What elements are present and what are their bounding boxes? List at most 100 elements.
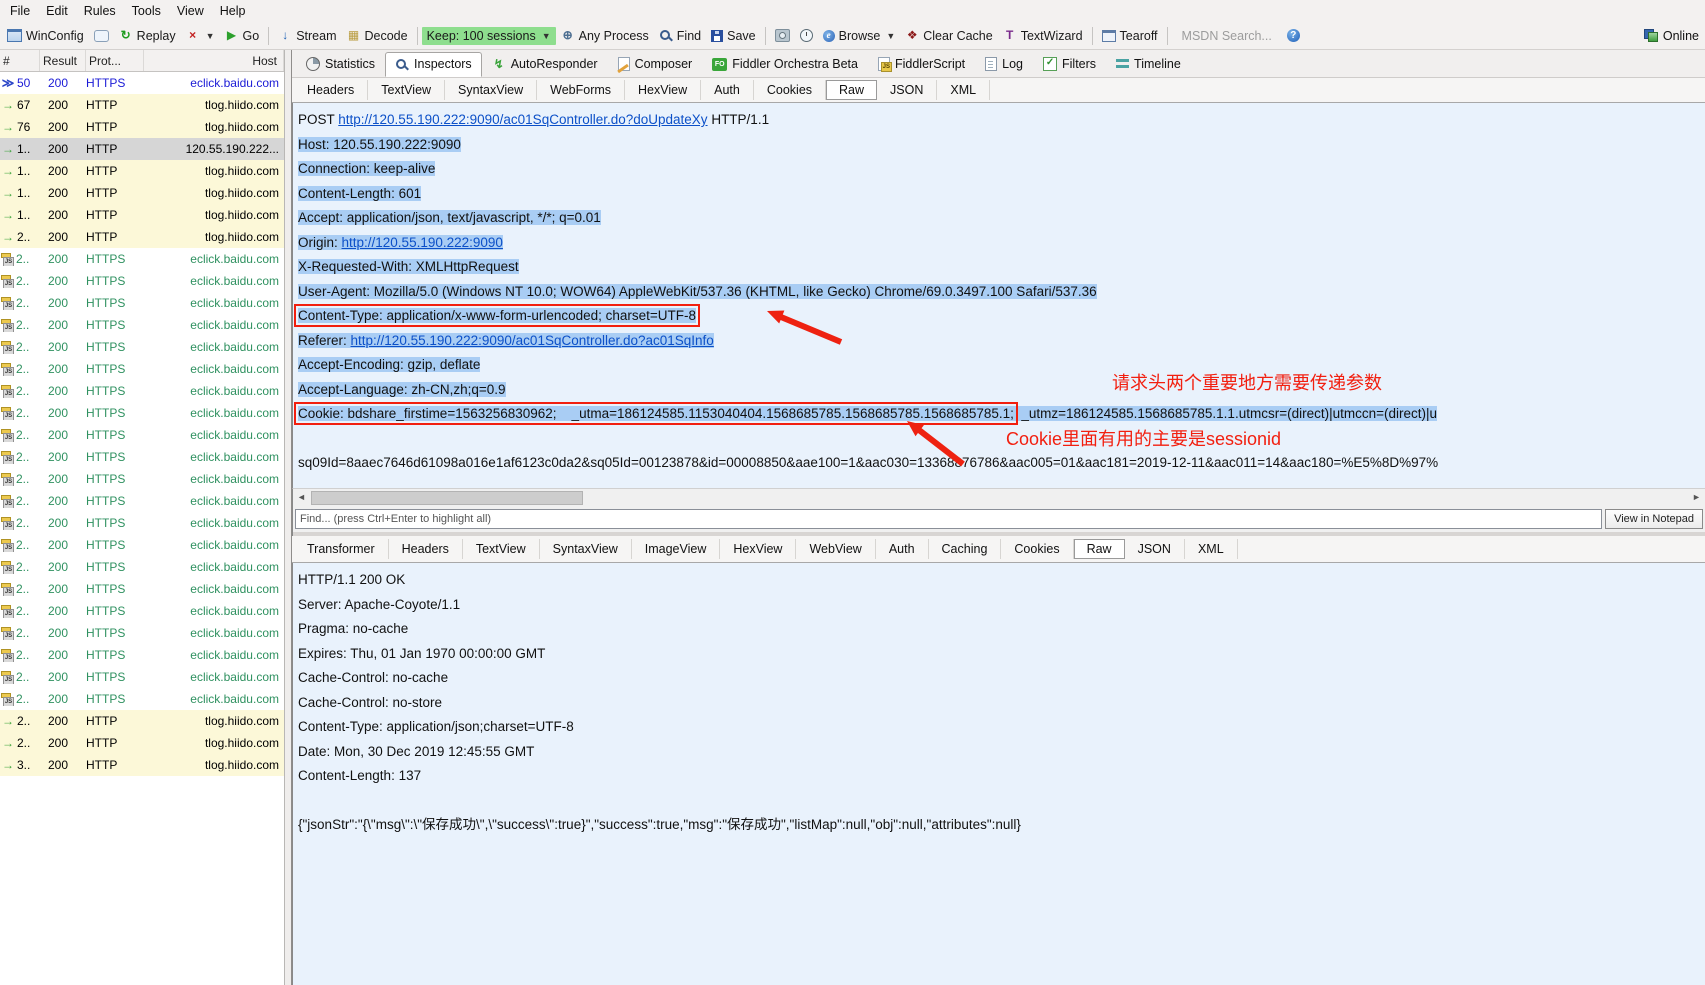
request-tab-headers[interactable]: Headers xyxy=(294,80,369,100)
toolbar-button-tearoff[interactable]: Tearoff xyxy=(1097,27,1163,45)
session-row[interactable]: 2.. 200 HTTPS eclick.baidu.com xyxy=(0,622,284,644)
column-header-[interactable]: # xyxy=(0,50,40,71)
response-tab-auth[interactable]: Auth xyxy=(876,539,929,559)
find-input[interactable] xyxy=(295,509,1603,529)
tab-timeline[interactable]: Timeline xyxy=(1106,52,1191,77)
session-row[interactable]: → 3.. 200 HTTP tlog.hiido.com xyxy=(0,754,284,776)
tab-filters[interactable]: Filters xyxy=(1033,52,1106,77)
toolbar-button-screenshot-icon[interactable] xyxy=(770,27,795,44)
response-raw-view[interactable]: HTTP/1.1 200 OK Server: Apache-Coyote/1.1… xyxy=(292,563,1705,985)
request-tab-webforms[interactable]: WebForms xyxy=(537,80,626,100)
view-in-notepad-button[interactable]: View in Notepad xyxy=(1605,509,1703,529)
tab-autoresponder[interactable]: ↯ AutoResponder xyxy=(482,52,608,77)
panel-splitter[interactable] xyxy=(284,50,292,985)
toolbar-button-textwizard[interactable]: T TextWizard xyxy=(998,27,1088,45)
session-row[interactable]: 2.. 200 HTTPS eclick.baidu.com xyxy=(0,314,284,336)
scrollbar-thumb[interactable] xyxy=(311,491,583,505)
request-horizontal-scrollbar[interactable]: ◄ ► xyxy=(292,488,1705,506)
menu-edit[interactable]: Edit xyxy=(38,2,76,20)
msdn-search-box[interactable]: MSDN Search... xyxy=(1172,27,1282,45)
session-row[interactable]: 2.. 200 HTTPS eclick.baidu.com xyxy=(0,534,284,556)
toolbar-button-timer-icon[interactable] xyxy=(795,27,818,44)
request-tab-hexview[interactable]: HexView xyxy=(625,80,702,100)
tab-fiddler-orchestra-beta[interactable]: Fiddler Orchestra Beta xyxy=(702,52,868,77)
session-row[interactable]: 2.. 200 HTTPS eclick.baidu.com xyxy=(0,424,284,446)
response-tab-imageview[interactable]: ImageView xyxy=(632,539,721,559)
toolbar-button-browse[interactable]: Browse ▼ xyxy=(818,27,901,45)
response-tab-raw[interactable]: Raw xyxy=(1073,539,1125,559)
session-row[interactable]: 2.. 200 HTTPS eclick.baidu.com xyxy=(0,512,284,534)
request-tab-textview[interactable]: TextView xyxy=(368,80,446,100)
menu-help[interactable]: Help xyxy=(212,2,254,20)
response-tab-headers[interactable]: Headers xyxy=(389,539,463,559)
request-tab-cookies[interactable]: Cookies xyxy=(754,80,827,100)
toolbar-button-help-icon[interactable] xyxy=(1282,27,1305,44)
raw-link[interactable]: http://120.55.190.222:9090/ac01SqControl… xyxy=(351,333,714,348)
session-row[interactable]: → 76 200 HTTP tlog.hiido.com xyxy=(0,116,284,138)
session-row[interactable]: 2.. 200 HTTPS eclick.baidu.com xyxy=(0,270,284,292)
session-row[interactable]: 2.. 200 HTTPS eclick.baidu.com xyxy=(0,644,284,666)
toolbar-button-find[interactable]: Find xyxy=(654,27,706,45)
toolbar-button-any-process[interactable]: ⊕ Any Process xyxy=(556,27,654,45)
session-row[interactable]: 2.. 200 HTTPS eclick.baidu.com xyxy=(0,336,284,358)
session-row[interactable]: → 67 200 HTTP tlog.hiido.com xyxy=(0,94,284,116)
session-row[interactable]: 2.. 200 HTTPS eclick.baidu.com xyxy=(0,688,284,710)
toolbar-button-stream[interactable]: ↓ Stream xyxy=(273,27,341,45)
session-row[interactable]: 2.. 200 HTTPS eclick.baidu.com xyxy=(0,446,284,468)
column-header-result[interactable]: Result xyxy=(40,50,86,71)
menu-rules[interactable]: Rules xyxy=(76,2,124,20)
menu-tools[interactable]: Tools xyxy=(124,2,169,20)
session-row[interactable]: → 1.. 200 HTTP tlog.hiido.com xyxy=(0,182,284,204)
raw-link[interactable]: http://120.55.190.222:9090/ac01SqControl… xyxy=(338,112,707,127)
tab-composer[interactable]: Composer xyxy=(608,52,703,77)
tab-statistics[interactable]: Statistics xyxy=(296,52,385,77)
session-row[interactable]: 2.. 200 HTTPS eclick.baidu.com xyxy=(0,248,284,270)
tab-fiddlerscript[interactable]: FiddlerScript xyxy=(868,52,975,77)
response-tab-webview[interactable]: WebView xyxy=(796,539,876,559)
toolbar-button-comment-icon[interactable] xyxy=(89,28,114,44)
response-tab-transformer[interactable]: Transformer xyxy=(294,539,389,559)
response-tab-syntaxview[interactable]: SyntaxView xyxy=(540,539,632,559)
session-row[interactable]: 2.. 200 HTTPS eclick.baidu.com xyxy=(0,578,284,600)
response-tab-textview[interactable]: TextView xyxy=(463,539,540,559)
tab-log[interactable]: Log xyxy=(975,52,1033,77)
toolbar-button-remove-x-icon[interactable]: × ▼ xyxy=(181,27,220,44)
response-tab-xml[interactable]: XML xyxy=(1185,539,1238,559)
response-tab-cookies[interactable]: Cookies xyxy=(1001,539,1074,559)
response-tab-caching[interactable]: Caching xyxy=(929,539,1002,559)
response-tab-hexview[interactable]: HexView xyxy=(720,539,797,559)
request-raw-view[interactable]: 请求头两个重要地方需要传递参数 Cookie里面有用的主要是sessionid … xyxy=(292,103,1705,488)
column-header-host[interactable]: Host xyxy=(144,50,284,71)
session-row[interactable]: 2.. 200 HTTPS eclick.baidu.com xyxy=(0,600,284,622)
toolbar-button-clear-cache[interactable]: ❖ Clear Cache xyxy=(900,27,997,45)
request-tab-syntaxview[interactable]: SyntaxView xyxy=(445,80,538,100)
session-row[interactable]: → 2.. 200 HTTP tlog.hiido.com xyxy=(0,732,284,754)
session-row[interactable]: 2.. 200 HTTPS eclick.baidu.com xyxy=(0,358,284,380)
session-row[interactable]: → 1.. 200 HTTP tlog.hiido.com xyxy=(0,204,284,226)
session-row[interactable]: 2.. 200 HTTPS eclick.baidu.com xyxy=(0,468,284,490)
session-list[interactable]: ≫ 50 200 HTTPS eclick.baidu.com → 67 200 HTTP tlo… xyxy=(0,72,284,985)
session-row[interactable]: 2.. 200 HTTPS eclick.baidu.com xyxy=(0,556,284,578)
session-row[interactable]: → 1.. 200 HTTP 120.55.190.222... xyxy=(0,138,284,160)
session-row[interactable]: 2.. 200 HTTPS eclick.baidu.com xyxy=(0,666,284,688)
menu-file[interactable]: File xyxy=(2,2,38,20)
session-row[interactable]: 2.. 200 HTTPS eclick.baidu.com xyxy=(0,402,284,424)
toolbar-button-winconfig[interactable]: WinConfig xyxy=(2,27,89,45)
tab-inspectors[interactable]: Inspectors xyxy=(385,52,482,77)
response-tab-json[interactable]: JSON xyxy=(1125,539,1185,559)
session-row[interactable]: → 1.. 200 HTTP tlog.hiido.com xyxy=(0,160,284,182)
request-tab-json[interactable]: JSON xyxy=(877,80,938,100)
session-row[interactable]: 2.. 200 HTTPS eclick.baidu.com xyxy=(0,292,284,314)
toolbar-button-replay[interactable]: ↻ Replay xyxy=(114,27,181,45)
session-row[interactable]: → 2.. 200 HTTP tlog.hiido.com xyxy=(0,710,284,732)
toolbar-button-save[interactable]: Save xyxy=(706,27,761,45)
toolbar-button-keep-100-sessions[interactable]: Keep: 100 sessions ▼ xyxy=(421,26,556,45)
session-row[interactable]: ≫ 50 200 HTTPS eclick.baidu.com xyxy=(0,72,284,94)
menu-view[interactable]: View xyxy=(169,2,212,20)
session-row[interactable]: 2.. 200 HTTPS eclick.baidu.com xyxy=(0,380,284,402)
request-tab-raw[interactable]: Raw xyxy=(826,80,878,100)
request-tab-xml[interactable]: XML xyxy=(937,80,991,100)
column-header-prot[interactable]: Prot... xyxy=(86,50,144,71)
scroll-right-arrow-icon[interactable]: ► xyxy=(1690,491,1703,504)
session-row[interactable]: → 2.. 200 HTTP tlog.hiido.com xyxy=(0,226,284,248)
